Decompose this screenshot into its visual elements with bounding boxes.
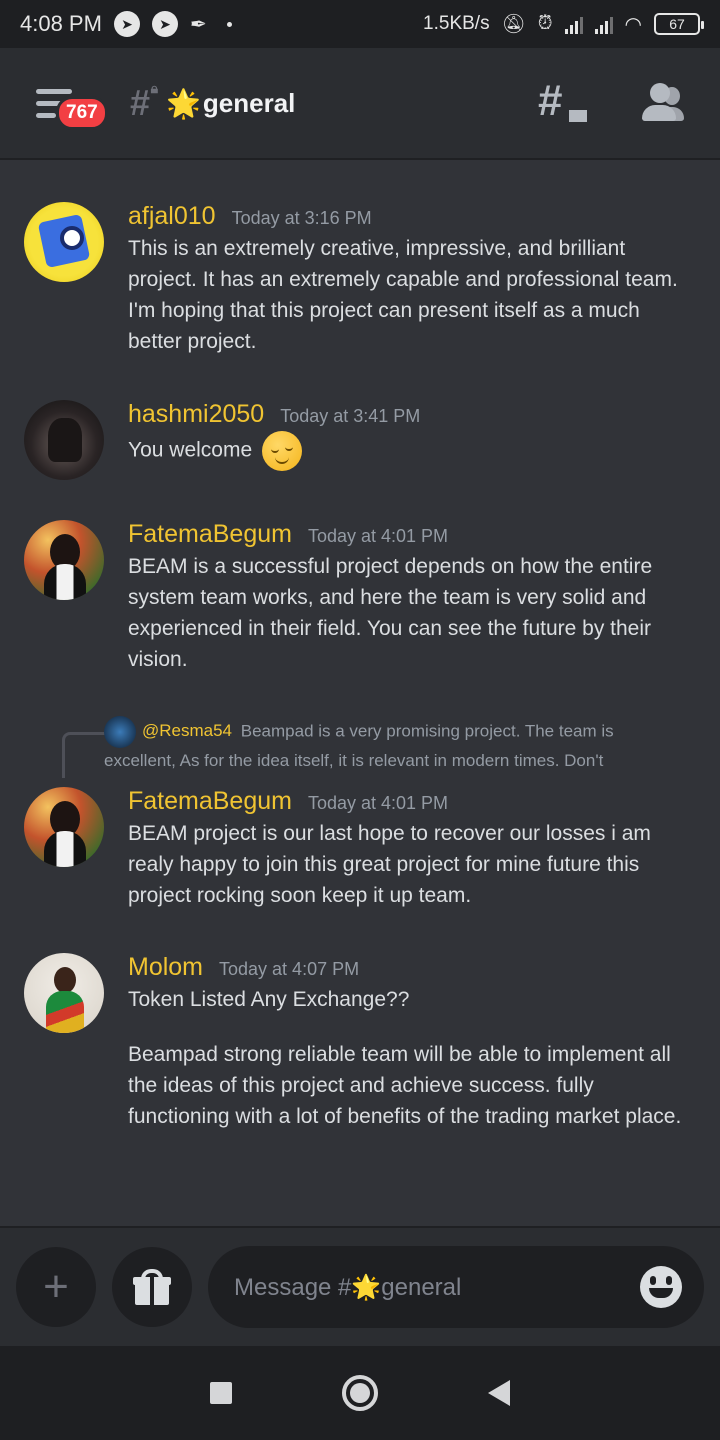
battery-level: 67 xyxy=(669,16,685,32)
avatar[interactable] xyxy=(24,953,104,1033)
more-notifications-icon xyxy=(226,21,232,27)
avatar[interactable] xyxy=(24,202,104,282)
network-speed: 1.5KB/s xyxy=(423,13,490,34)
timestamp: Today at 3:16 PM xyxy=(231,208,372,228)
telegram-icon: ➤ xyxy=(113,11,140,37)
avatar[interactable] xyxy=(24,520,104,600)
battery-icon: 67 xyxy=(654,13,704,35)
timestamp: Today at 4:01 PM xyxy=(307,526,449,546)
timestamp: Today at 3:41 PM xyxy=(280,406,421,426)
reply-preview[interactable]: @Resma54 Beampad is a very promising pro… xyxy=(104,716,664,774)
channel-star-emoji: 🌟 xyxy=(166,87,201,119)
gift-icon xyxy=(133,1269,171,1305)
message[interactable]: Molom Today at 4:07 PM Token Listed Any … xyxy=(24,953,696,1132)
add-attachment-button[interactable]: + xyxy=(16,1247,96,1327)
gift-button[interactable] xyxy=(112,1247,192,1327)
message-input-placeholder: Message #🌟general xyxy=(234,1273,462,1301)
message-text: BEAM is a successful project depends on … xyxy=(128,555,653,671)
recents-button[interactable] xyxy=(210,1382,232,1404)
lock-icon: 🔒︎ xyxy=(150,80,159,96)
username[interactable]: FatemaBegum xyxy=(128,787,292,816)
message-text: Beampad strong reliable team will be abl… xyxy=(128,1043,682,1128)
telegram-icon: ➤ xyxy=(151,11,178,37)
message-input[interactable]: Message #🌟general xyxy=(208,1246,704,1328)
plus-icon: + xyxy=(43,1262,69,1311)
composer: + Message #🌟general xyxy=(0,1226,720,1346)
menu-button[interactable]: 767 xyxy=(36,78,108,130)
channel-header: 767 # 🔒︎ 🌟 general # xyxy=(0,48,720,160)
emoji-picker-icon[interactable] xyxy=(640,1266,682,1308)
message[interactable]: afjal010 Today at 3:16 PM This is an ext… xyxy=(24,202,696,357)
unread-badge: 767 xyxy=(56,96,108,130)
signal-icon xyxy=(564,14,583,34)
channel-name: general xyxy=(202,87,296,118)
home-button[interactable] xyxy=(342,1375,378,1411)
reply-avatar xyxy=(104,716,136,748)
back-button[interactable] xyxy=(488,1380,510,1406)
reply-username[interactable]: @Resma54 xyxy=(142,721,232,740)
alarm-icon: ⏰︎ xyxy=(537,13,553,34)
message-text: BEAM project is our last hope to recover… xyxy=(128,822,651,907)
message-text: Token Listed Any Exchange?? xyxy=(128,988,410,1011)
message[interactable]: FatemaBegum Today at 4:01 PM BEAM is a s… xyxy=(24,520,696,675)
locked-channel-icon: # 🔒︎ xyxy=(130,80,159,123)
timestamp: Today at 4:01 PM xyxy=(307,793,449,813)
signal-icon xyxy=(594,14,613,34)
status-bar: 4:08 PM ➤ ➤ ✒ 1.5KB/s 🔕︎ ⏰︎ ◠ 67 xyxy=(0,0,720,48)
mute-icon: 🔕︎ xyxy=(501,14,526,35)
username[interactable]: hashmi2050 xyxy=(128,400,264,429)
threads-icon[interactable]: # xyxy=(538,79,590,127)
message[interactable]: FatemaBegum Today at 4:01 PM BEAM projec… xyxy=(24,787,696,911)
relieved-face-emoji-icon xyxy=(261,431,302,471)
timestamp: Today at 4:07 PM xyxy=(219,959,360,979)
message[interactable]: hashmi2050 Today at 3:41 PM You welcome xyxy=(24,400,696,480)
status-time: 4:08 PM xyxy=(20,11,102,36)
message-text: This is an extremely creative, impressiv… xyxy=(128,237,678,353)
feather-icon: ✒ xyxy=(189,13,207,36)
username[interactable]: FatemaBegum xyxy=(128,520,292,549)
android-nav-bar xyxy=(0,1346,720,1440)
wifi-icon: ◠ xyxy=(624,13,642,36)
avatar[interactable] xyxy=(24,787,104,867)
username[interactable]: Molom xyxy=(128,953,203,982)
username[interactable]: afjal010 xyxy=(128,202,216,231)
channel-title[interactable]: 🌟 general xyxy=(166,87,295,120)
message-list[interactable]: afjal010 Today at 3:16 PM This is an ext… xyxy=(0,162,720,1226)
avatar[interactable] xyxy=(24,400,104,480)
message-text: You welcome xyxy=(128,438,253,462)
members-icon[interactable] xyxy=(640,83,684,123)
